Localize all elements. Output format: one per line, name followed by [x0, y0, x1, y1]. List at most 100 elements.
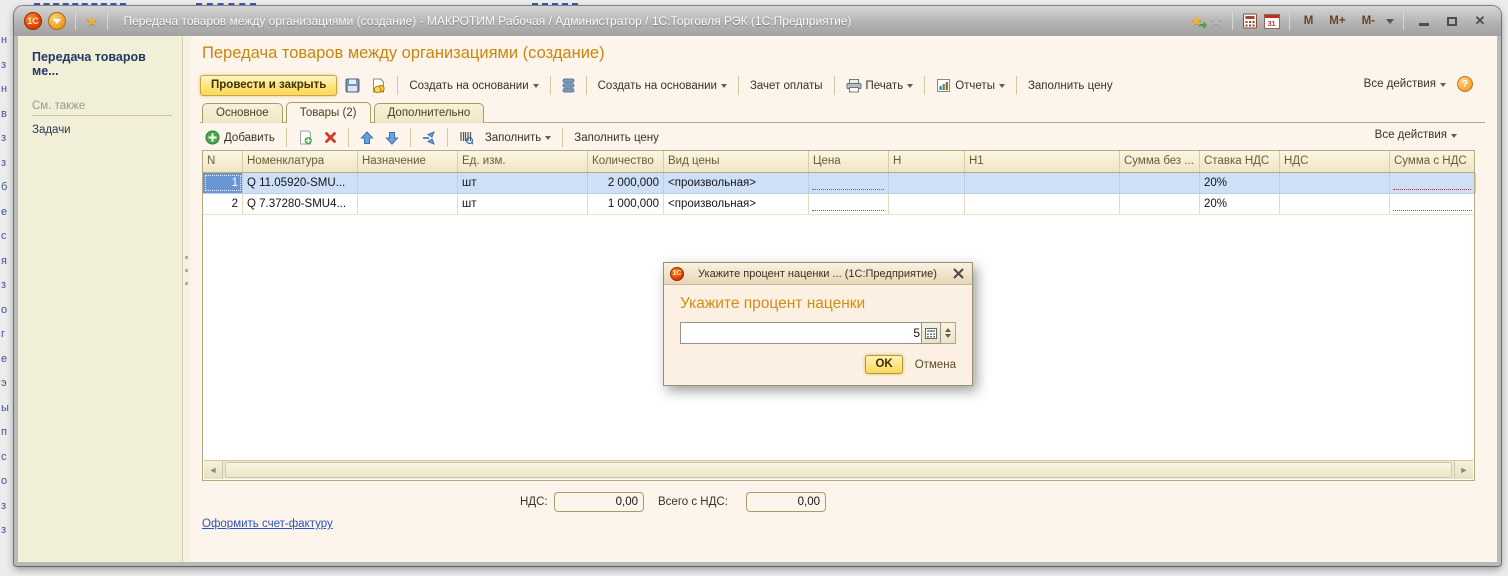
value-spinner[interactable] — [941, 322, 956, 344]
column-header[interactable]: Количество — [588, 151, 664, 172]
sort-split-button[interactable] — [419, 129, 439, 147]
table-row[interactable]: 2 Q 7.37280-SMU4... шт 1 000,000 <произв… — [203, 194, 1474, 215]
column-header[interactable]: Сумма с НДС — [1390, 151, 1476, 172]
copy-add-icon — [298, 130, 313, 145]
add-row-button[interactable]: Добавить — [202, 128, 278, 147]
column-header[interactable]: Вид цены — [664, 151, 809, 172]
price-kind-cell[interactable]: <произвольная> — [664, 173, 809, 193]
calendar-icon[interactable]: 31 — [1264, 14, 1280, 29]
h-cell[interactable] — [889, 173, 965, 193]
calculator-icon[interactable] — [1242, 13, 1258, 29]
structure-button[interactable] — [559, 76, 578, 95]
all-actions-button[interactable]: Все действия — [1361, 76, 1449, 92]
memory-m-minus-button[interactable]: M- — [1357, 15, 1380, 27]
table-all-actions-button[interactable]: Все действия — [1375, 129, 1457, 141]
sum-without-vat-cell[interactable] — [1120, 194, 1200, 214]
row-number-cell[interactable]: 1 — [203, 173, 243, 193]
stack-icon — [562, 78, 575, 93]
vat-rate-cell[interactable]: 20% — [1200, 173, 1280, 193]
quantity-cell[interactable]: 1 000,000 — [588, 194, 664, 214]
unit-cell[interactable]: шт — [458, 173, 588, 193]
close-button[interactable]: ✕ — [1469, 13, 1491, 29]
column-header[interactable]: НДС — [1280, 151, 1390, 172]
sidebar-splitter[interactable] — [182, 36, 190, 562]
unit-cell[interactable]: шт — [458, 194, 588, 214]
tab-additional[interactable]: Дополнительно — [374, 103, 485, 123]
app-logo-icon[interactable]: 1С — [24, 12, 42, 30]
purpose-cell[interactable] — [358, 173, 458, 193]
divider — [550, 76, 551, 95]
main-menu-button[interactable] — [48, 12, 66, 30]
dialog-buttons: OK Отмена — [680, 355, 956, 374]
post-document-button[interactable] — [368, 76, 389, 95]
scroll-right-button[interactable]: ► — [1454, 461, 1473, 479]
move-down-button[interactable] — [382, 129, 402, 147]
nomenclature-cell[interactable]: Q 11.05920-SMU... — [243, 173, 358, 193]
scrollbar-thumb[interactable] — [225, 462, 1452, 478]
column-header[interactable]: Цена — [809, 151, 889, 172]
create-based-on-button-2[interactable]: Создать на основании — [595, 78, 730, 94]
column-header[interactable]: Н1 — [965, 151, 1120, 172]
fill-button[interactable]: Заполнить — [482, 130, 554, 146]
column-header[interactable]: N — [203, 151, 243, 172]
delete-row-button[interactable] — [321, 129, 340, 146]
column-header[interactable]: Н — [889, 151, 965, 172]
calculator-button[interactable] — [921, 322, 941, 344]
move-up-button[interactable] — [357, 129, 377, 147]
tab-main[interactable]: Основное — [202, 103, 283, 123]
help-icon[interactable]: ? — [1457, 76, 1473, 92]
cancel-button[interactable]: Отмена — [915, 359, 956, 371]
ok-button[interactable]: OK — [865, 355, 902, 374]
print-button[interactable]: Печать — [843, 77, 917, 95]
h1-cell[interactable] — [965, 194, 1120, 214]
post-and-close-button[interactable]: Провести и закрыть — [200, 75, 337, 96]
spinner-down-icon[interactable] — [945, 334, 951, 341]
price-cell[interactable] — [809, 194, 889, 214]
add-favorite-icon[interactable]: ★➜ — [1190, 12, 1203, 30]
maximize-button[interactable] — [1441, 13, 1463, 29]
offset-payment-button[interactable]: Зачет оплаты — [747, 78, 826, 94]
dialog-close-button[interactable] — [951, 268, 966, 279]
memory-m-plus-button[interactable]: M+ — [1324, 15, 1350, 27]
reports-button[interactable]: Отчеты — [933, 76, 1008, 95]
nomenclature-cell[interactable]: Q 7.37280-SMU4... — [243, 194, 358, 214]
column-header[interactable]: Номенклатура — [243, 151, 358, 172]
vat-cell[interactable] — [1280, 194, 1390, 214]
memory-m-button[interactable]: M — [1299, 15, 1319, 27]
vat-rate-cell[interactable]: 20% — [1200, 194, 1280, 214]
chevron-down-icon[interactable] — [1386, 19, 1394, 28]
price-kind-cell[interactable]: <произвольная> — [664, 194, 809, 214]
copy-row-button[interactable] — [295, 128, 316, 147]
barcode-scan-button[interactable] — [456, 129, 477, 147]
create-invoice-link[interactable]: Оформить счет-фактуру — [202, 518, 333, 530]
column-header[interactable]: Ед. изм. — [458, 151, 588, 172]
sum-with-vat-cell[interactable] — [1390, 194, 1476, 214]
favorites-star-icon[interactable]: ★ — [85, 12, 98, 30]
column-header[interactable]: Ставка НДС — [1200, 151, 1280, 172]
save-button[interactable] — [342, 76, 363, 95]
vat-cell[interactable] — [1280, 173, 1390, 193]
price-cell[interactable] — [809, 173, 889, 193]
minimize-button[interactable] — [1413, 13, 1435, 29]
sidebar-item-tasks[interactable]: Задачи — [32, 124, 172, 136]
sum-without-vat-cell[interactable] — [1120, 173, 1200, 193]
column-header[interactable]: Назначение — [358, 151, 458, 172]
markup-percent-input[interactable] — [680, 322, 921, 344]
purpose-cell[interactable] — [358, 194, 458, 214]
row-number-cell[interactable]: 2 — [203, 194, 243, 214]
table-row[interactable]: 1 Q 11.05920-SMU... шт 2 000,000 <произв… — [203, 173, 1474, 194]
scroll-left-button[interactable]: ◄ — [204, 461, 223, 479]
divider — [1403, 12, 1404, 30]
horizontal-scrollbar[interactable]: ◄ ► — [204, 460, 1473, 479]
create-based-on-button-1[interactable]: Создать на основании — [406, 78, 541, 94]
table-fill-price-button[interactable]: Заполнить цену — [571, 130, 662, 146]
spinner-up-icon[interactable] — [945, 325, 951, 332]
quantity-cell[interactable]: 2 000,000 — [588, 173, 664, 193]
h-cell[interactable] — [889, 194, 965, 214]
column-header[interactable]: Сумма без ... — [1120, 151, 1200, 172]
sum-with-vat-cell[interactable] — [1390, 173, 1476, 193]
fill-price-button[interactable]: Заполнить цену — [1025, 78, 1116, 94]
tab-goods[interactable]: Товары (2) — [286, 102, 371, 123]
close-icon: ✕ — [1475, 13, 1486, 29]
h1-cell[interactable] — [965, 173, 1120, 193]
